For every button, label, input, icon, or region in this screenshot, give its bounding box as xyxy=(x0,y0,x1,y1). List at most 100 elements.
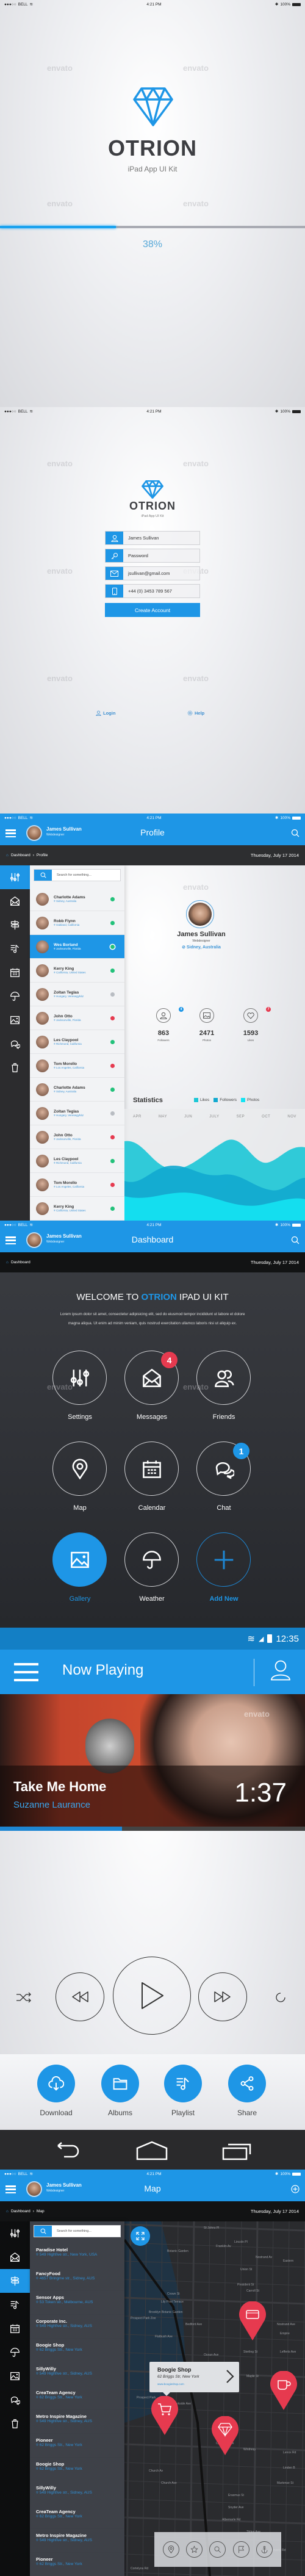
place-list-item[interactable]: CreaTeam Agency ⌾ 62 Briggs Str., New Yo… xyxy=(30,2505,124,2529)
tile-calendar-button[interactable] xyxy=(124,1441,179,1496)
hamburger-menu-icon[interactable] xyxy=(14,1663,38,1681)
place-list-item[interactable]: Sensor Apps ⌾ 53 Token str., Melbourne, … xyxy=(30,2291,124,2315)
nav-item-trash[interactable] xyxy=(0,2412,30,2436)
nav-item-image[interactable] xyxy=(0,1008,30,1032)
contact-list-item[interactable]: John Otto ⌾ Jacksonville, Florida xyxy=(30,1125,124,1149)
search-box[interactable]: Search for something... xyxy=(34,2225,121,2237)
nav-item-mail-open[interactable] xyxy=(0,889,30,913)
fullscreen-button[interactable] xyxy=(131,2226,150,2246)
contact-list-item[interactable]: Les Claypool ⌾ Richmond, California xyxy=(30,1149,124,1173)
nav-item-calendar[interactable] xyxy=(0,2317,30,2340)
albums-button[interactable] xyxy=(101,2065,139,2102)
tile-friends-button[interactable] xyxy=(196,1351,251,1405)
place-list-item[interactable]: Metro Inspire Magazine ⌾ 549 Highfive st… xyxy=(30,2529,124,2553)
nav-item-equalizer[interactable] xyxy=(0,865,30,889)
fast-forward-button[interactable] xyxy=(198,1972,247,2021)
place-list-item[interactable]: SillyWilly ⌾ 549 Highfive str., Sidney, … xyxy=(30,2481,124,2505)
phone-field[interactable]: +44 (0) 3453 789 567 xyxy=(105,584,200,598)
nav-item-mail-open[interactable] xyxy=(0,2245,30,2269)
repeat-icon[interactable] xyxy=(273,1990,288,2005)
name-field[interactable]: James Sullivan xyxy=(105,531,200,545)
nav-item-umbrella[interactable] xyxy=(0,984,30,1008)
nav-item-trash[interactable] xyxy=(0,1056,30,1080)
track-progress-bar[interactable] xyxy=(0,1827,305,1831)
add-circle-icon[interactable] xyxy=(291,2185,300,2193)
map-pin-shopping[interactable] xyxy=(151,2395,179,2436)
nav-item-equalizer[interactable] xyxy=(0,2221,30,2245)
contact-list-item[interactable]: Tom Morello ⌾ Los Angeles, California xyxy=(30,1173,124,1197)
search-icon[interactable] xyxy=(291,1236,300,1244)
shuffle-icon[interactable] xyxy=(15,1992,32,2003)
rewind-button[interactable] xyxy=(56,1972,104,2021)
nav-item-chat[interactable] xyxy=(0,2388,30,2412)
user-icon[interactable] xyxy=(270,1659,292,1681)
nav-item-signpost[interactable] xyxy=(0,913,30,937)
place-callout[interactable]: Boogie Shop 62 Briggs Str, New York www.… xyxy=(149,2362,239,2396)
email-field[interactable]: jsullivan@gmail.com xyxy=(105,566,200,580)
contact-list-item[interactable]: John Otto ⌾ Jacksonville, Florida xyxy=(30,1006,124,1030)
contact-list-item[interactable]: Les Claypool ⌾ Richmond, California xyxy=(30,1030,124,1054)
nav-item-playlist[interactable] xyxy=(0,2293,30,2317)
place-list-item[interactable]: Pioneer ⌾ 62 Briggs Str., New York xyxy=(30,2553,124,2576)
contact-list-item[interactable]: Kerry King ⌾ California, United States xyxy=(30,1197,124,1221)
help-link[interactable]: Help xyxy=(187,710,204,716)
contact-list-item[interactable]: Wes Borland ⌾ Jacksonville, Florida xyxy=(30,935,124,959)
search-icon[interactable] xyxy=(291,829,300,837)
tile-add-new-button[interactable] xyxy=(196,1532,251,1587)
contact-list-item[interactable]: Zoltan Teglas ⌾ Hungary, Veresegyház xyxy=(30,1102,124,1125)
map-tool-search-button[interactable] xyxy=(209,2541,226,2558)
nav-item-image[interactable] xyxy=(0,2364,30,2388)
place-list-item[interactable]: SillyWilly ⌾ 549 Highfive str., Sidney, … xyxy=(30,2362,124,2386)
contact-list-item[interactable]: Charlotte Adams ⌾ Sidney, Australia xyxy=(30,887,124,911)
tile-map-button[interactable] xyxy=(52,1441,107,1496)
back-icon[interactable] xyxy=(52,2142,81,2159)
callout-link[interactable]: www.boogieshop.com xyxy=(157,2383,184,2386)
home-icon[interactable] xyxy=(135,2141,168,2160)
place-list-item[interactable]: Boogie Shop ⌾ 62 Briggs Str., New York xyxy=(30,2339,124,2362)
contact-list-item[interactable]: Robb Flynn ⌾ Oakland, California xyxy=(30,911,124,935)
password-field[interactable]: Password xyxy=(105,549,200,563)
create-account-button[interactable]: Create Account xyxy=(105,603,200,617)
contact-list-item[interactable]: Zoltan Teglas ⌾ Hungary, Veresegyház xyxy=(30,983,124,1006)
photos-button[interactable] xyxy=(199,1008,214,1023)
map-pin-wallet[interactable] xyxy=(239,2301,267,2342)
nav-item-umbrella[interactable] xyxy=(0,2340,30,2364)
contact-list-item[interactable]: Kerry King ⌾ California, United States xyxy=(30,959,124,983)
place-list-item[interactable]: FancyFood ⌾ 4657 Bringme str., Sidney, A… xyxy=(30,2267,124,2291)
search-box[interactable]: Search for something... xyxy=(34,869,121,881)
breadcrumb-dashboard[interactable]: Dashboard xyxy=(11,2209,30,2213)
map-pin-diamond[interactable] xyxy=(211,2415,239,2456)
map-tool-star-button[interactable] xyxy=(186,2541,203,2558)
tile-weather-button[interactable] xyxy=(124,1532,179,1587)
contact-list-item[interactable]: Charlotte Adams ⌾ Sidney, Australia xyxy=(30,1078,124,1102)
tile-settings-button[interactable] xyxy=(52,1351,107,1405)
recent-apps-icon[interactable] xyxy=(222,2141,253,2160)
nav-item-chat[interactable] xyxy=(0,1032,30,1056)
nav-item-playlist[interactable] xyxy=(0,937,30,961)
place-list-item[interactable]: Pioneer ⌾ 62 Briggs Str., New York xyxy=(30,2434,124,2458)
place-list-item[interactable]: Corporate Inc. ⌾ 549 Highfive str., Sidn… xyxy=(30,2315,124,2339)
nav-item-calendar[interactable] xyxy=(0,961,30,984)
download-button[interactable] xyxy=(37,2065,75,2102)
place-list-item[interactable]: Paradise Hotel ⌾ 549 Highfive str., New … xyxy=(30,2243,124,2267)
share-button[interactable] xyxy=(228,2065,266,2102)
breadcrumb-dashboard[interactable]: Dashboard xyxy=(11,853,30,857)
map-tool-anchor-button[interactable] xyxy=(256,2541,273,2558)
play-button[interactable] xyxy=(113,1957,191,2035)
login-link[interactable]: Login xyxy=(96,710,115,716)
contact-list-item[interactable]: Tom Morello ⌾ Los Angeles, California xyxy=(30,1054,124,1078)
signal-icon: ●●●○○ xyxy=(4,2171,16,2176)
tile-gallery-button[interactable] xyxy=(52,1532,107,1587)
map-pin-cafe[interactable] xyxy=(270,2370,298,2411)
map-tool-flag-button[interactable] xyxy=(232,2541,249,2558)
followers-button[interactable] xyxy=(156,1008,171,1023)
map-view[interactable]: St Johns Pl Lincoln Pl Franklin Av Botanic … xyxy=(124,2221,305,2576)
search-icon xyxy=(34,2226,52,2237)
likes-button[interactable] xyxy=(243,1008,258,1023)
playlist-button[interactable] xyxy=(164,2065,202,2102)
place-list-item[interactable]: Boogie Shop ⌾ 62 Briggs Str., New York xyxy=(30,2458,124,2481)
place-list-item[interactable]: CreaTeam Agency ⌾ 62 Briggs Str., New Yo… xyxy=(30,2386,124,2410)
place-list-item[interactable]: Metro Inspire Magazine ⌾ 549 Highfive st… xyxy=(30,2410,124,2434)
map-tool-map-pin-button[interactable] xyxy=(162,2541,179,2558)
nav-item-signpost[interactable] xyxy=(0,2269,30,2293)
